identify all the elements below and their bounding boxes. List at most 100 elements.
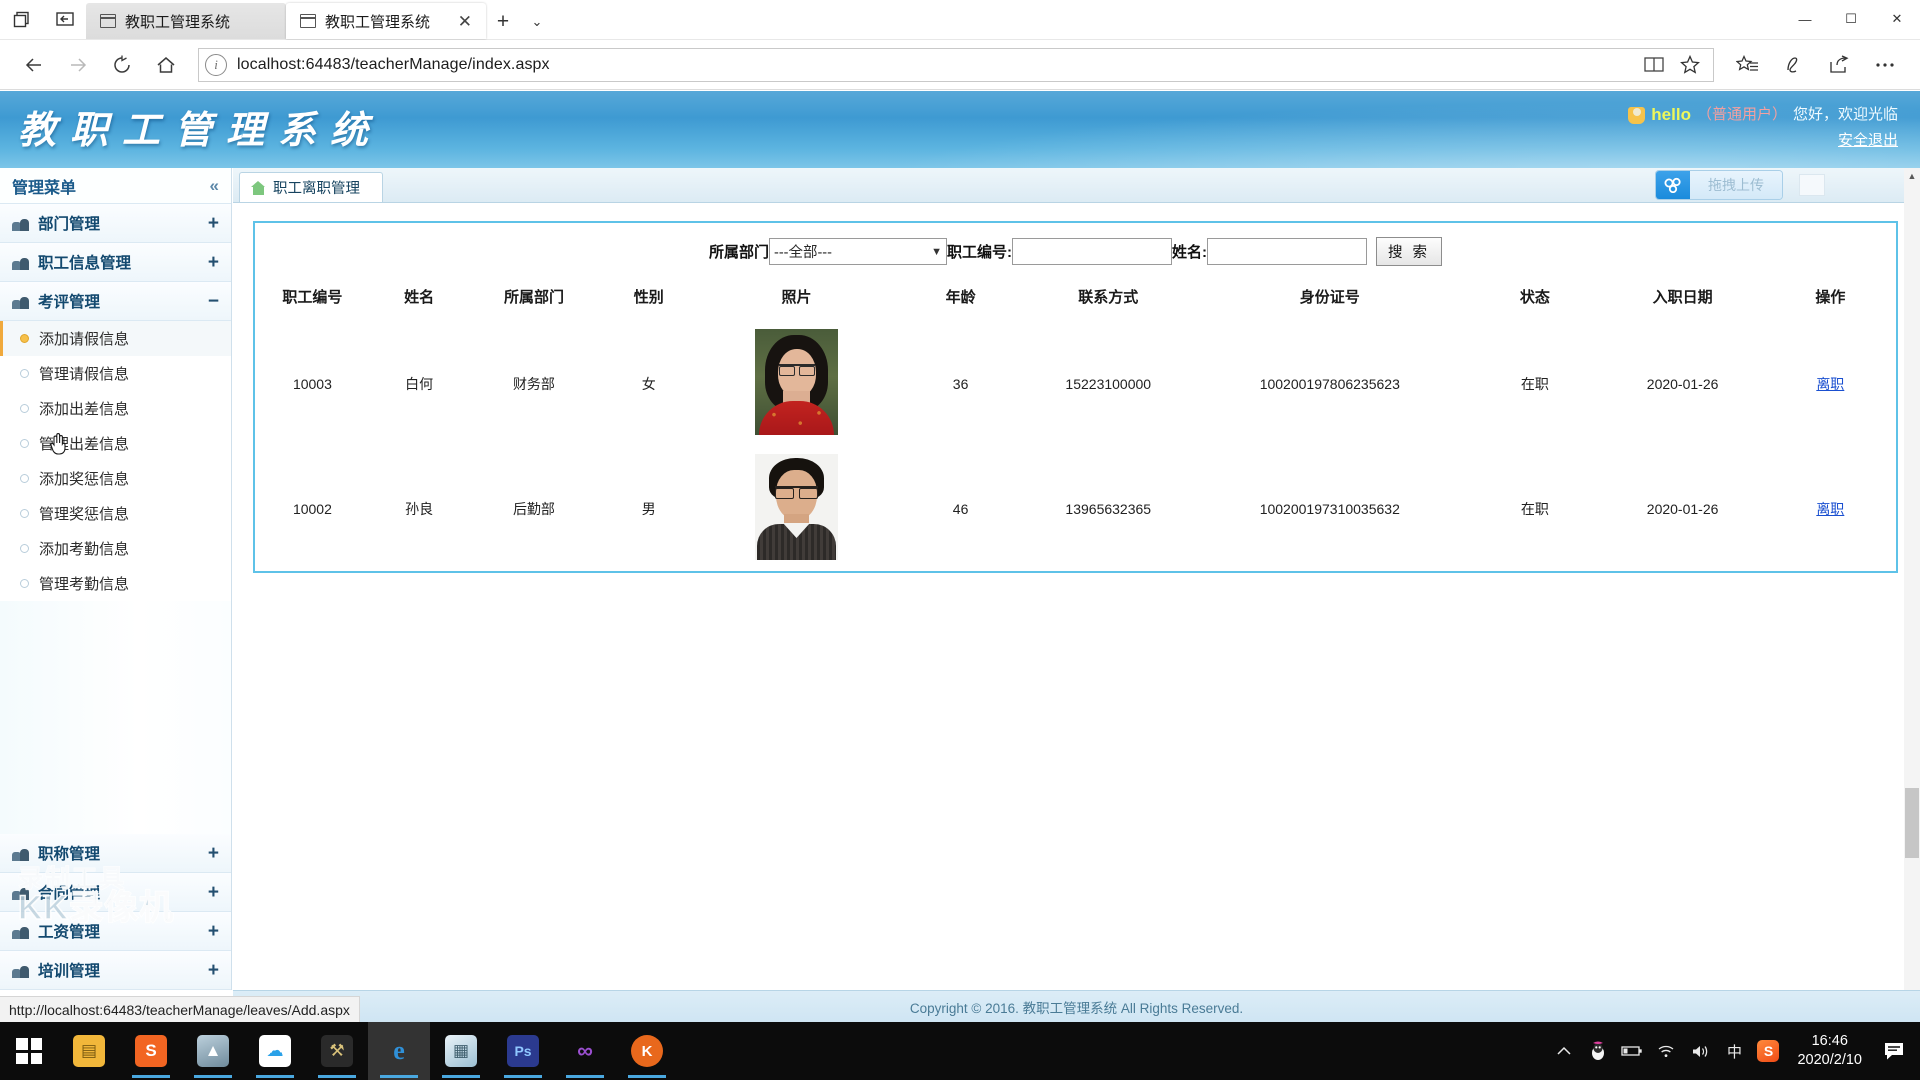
users-icon xyxy=(12,963,29,978)
restore-down-icon[interactable] xyxy=(6,4,36,34)
scroll-up-icon[interactable]: ▲ xyxy=(1904,168,1920,184)
sidebar-item-add-attendance[interactable]: 添加考勤信息 xyxy=(0,531,231,566)
taskbar-item-sogou-browser[interactable]: S xyxy=(120,1022,182,1080)
sidebar-item-manage-attendance[interactable]: 管理考勤信息 xyxy=(0,566,231,601)
more-icon[interactable] xyxy=(1864,45,1906,85)
minimize-button[interactable]: — xyxy=(1782,0,1828,39)
action-center-icon[interactable] xyxy=(1874,1022,1914,1080)
cell-emp-no: 10002 xyxy=(292,500,332,517)
search-bar: 所属部门 ---全部--- ▼ 职工编号: 姓名: 搜 索 xyxy=(255,223,1896,274)
search-button[interactable]: 搜 索 xyxy=(1375,237,1443,266)
browser-tabs: 教职工管理系统 教职工管理系统 ✕ + ⌄ xyxy=(86,0,1782,39)
taskbar-item-photoshop[interactable]: Ps xyxy=(492,1022,554,1080)
drag-upload-button[interactable]: 拖拽上传 xyxy=(1656,171,1782,199)
chevron-down-icon[interactable]: ⌄ xyxy=(520,5,554,39)
site-info-icon[interactable]: i xyxy=(205,53,227,76)
taskbar-item-notepad[interactable]: ▦ xyxy=(430,1022,492,1080)
upload-drop-zone[interactable] xyxy=(1799,174,1825,196)
logout-link[interactable]: 安全退出 xyxy=(1628,129,1898,153)
photoshop-icon: Ps xyxy=(507,1035,539,1067)
taskbar-item-visual-studio[interactable]: ∞ xyxy=(554,1022,616,1080)
sidebar-group-evaluation[interactable]: 考评管理 − xyxy=(0,282,231,321)
address-bar[interactable]: i localhost:64483/teacherManage/index.as… xyxy=(198,47,1714,82)
sidebar-item-label: 管理考勤信息 xyxy=(39,576,130,593)
volume-icon[interactable] xyxy=(1683,1022,1717,1080)
clock-date: 2020/2/10 xyxy=(1797,1052,1862,1068)
sidebar-item-manage-reward[interactable]: 管理奖惩信息 xyxy=(0,496,231,531)
sidebar-item-manage-leave[interactable]: 管理请假信息 xyxy=(0,356,231,391)
sogou-input-icon[interactable]: S xyxy=(1751,1022,1785,1080)
show-hidden-icons[interactable] xyxy=(1547,1022,1581,1080)
ime-chinese-icon[interactable]: 中 xyxy=(1717,1022,1751,1080)
page-icon xyxy=(100,14,116,28)
cell-hire-date: 2020-01-26 xyxy=(1646,375,1719,392)
wifi-icon[interactable] xyxy=(1649,1022,1683,1080)
resign-link[interactable]: 离职 xyxy=(1816,501,1844,517)
cell-gender: 女 xyxy=(641,375,656,392)
sidebar-item-add-reward[interactable]: 添加奖惩信息 xyxy=(0,461,231,496)
dept-select[interactable]: ---全部--- ▼ xyxy=(768,238,947,265)
browser-tab-2[interactable]: 教职工管理系统 ✕ xyxy=(286,3,486,39)
qq-penguin-icon[interactable] xyxy=(1581,1022,1615,1080)
back-icon[interactable] xyxy=(14,45,54,85)
sidebar-item-label: 管理请假信息 xyxy=(39,366,130,383)
name-input[interactable] xyxy=(1206,238,1367,265)
reading-view-icon[interactable] xyxy=(1637,49,1671,81)
web-note-icon[interactable] xyxy=(1772,45,1814,85)
taskbar-item-baidu-netdisk[interactable]: ☁ xyxy=(244,1022,306,1080)
sidebar-group-employee-info[interactable]: 职工信息管理 + xyxy=(0,243,231,282)
collapse-tabs-icon[interactable] xyxy=(50,4,80,34)
system-tray: 中 S 16:46 2020/2/10 xyxy=(1547,1022,1920,1080)
start-button[interactable] xyxy=(0,1022,58,1080)
site-logo: 教职工管理系统 xyxy=(18,110,383,152)
sidebar-group-title[interactable]: 职称管理 + xyxy=(0,834,231,873)
window-left-icons xyxy=(0,0,86,39)
sidebar-group-salary[interactable]: 工资管理 + xyxy=(0,912,231,951)
tab-resignation-management[interactable]: 职工离职管理 xyxy=(239,172,383,202)
browser-tab-1[interactable]: 教职工管理系统 xyxy=(86,3,286,39)
taskbar-item-kk-recorder[interactable]: K xyxy=(616,1022,678,1080)
table-header: 职工编号 姓名 所属部门 性别 照片 年龄 联系方式 身份证号 状态 入职日期 … xyxy=(255,274,1896,321)
content-tab-label: 职工离职管理 xyxy=(273,181,360,197)
collapse-sidebar-icon[interactable]: « xyxy=(210,176,219,196)
sidebar-group-training[interactable]: 培训管理 + xyxy=(0,951,231,990)
user-greeting: 您好，欢迎光临 xyxy=(1792,106,1898,123)
sidebar-group-contract[interactable]: 合同管理 + xyxy=(0,873,231,912)
taskbar-item-dev-tools[interactable]: ⚒ xyxy=(306,1022,368,1080)
forward-icon[interactable] xyxy=(58,45,98,85)
status-bar-url: http://localhost:64483/teacherManage/lea… xyxy=(0,996,360,1022)
expand-icon: + xyxy=(207,212,219,234)
bullet-icon xyxy=(20,439,29,448)
page-scrollbar[interactable]: ▲ ▼ xyxy=(1904,168,1920,1022)
emp-no-input[interactable] xyxy=(1011,238,1172,265)
favorites-hub-icon[interactable] xyxy=(1726,45,1768,85)
home-icon[interactable] xyxy=(146,45,186,85)
refresh-icon[interactable] xyxy=(102,45,142,85)
taskbar-clock[interactable]: 16:46 2020/2/10 xyxy=(1785,1032,1874,1070)
sidebar-item-label: 添加考勤信息 xyxy=(39,541,130,558)
close-icon[interactable]: ✕ xyxy=(448,13,472,30)
taskbar-item-microsoft-edge[interactable]: e xyxy=(368,1022,430,1080)
sidebar-group-departments[interactable]: 部门管理 + xyxy=(0,204,231,243)
taskbar-item-file-explorer[interactable]: ▤ xyxy=(58,1022,120,1080)
taskbar-item-photo-viewer[interactable]: ▲ xyxy=(182,1022,244,1080)
sidebar-item-add-travel[interactable]: 添加出差信息 xyxy=(0,391,231,426)
th-hire-date: 入职日期 xyxy=(1652,289,1713,306)
user-greeting-line: hello （普通用户） 您好，欢迎光临 xyxy=(1628,103,1898,127)
upload-label: 拖拽上传 xyxy=(1708,177,1764,193)
user-avatar-icon xyxy=(1628,106,1646,124)
favorite-star-icon[interactable] xyxy=(1673,49,1707,81)
resign-link[interactable]: 离职 xyxy=(1816,376,1844,392)
battery-icon[interactable] xyxy=(1615,1022,1649,1080)
share-icon[interactable] xyxy=(1818,45,1860,85)
maximize-button[interactable]: ☐ xyxy=(1828,0,1874,39)
bullet-icon xyxy=(20,334,29,343)
sidebar-group-label: 职称管理 xyxy=(38,846,101,863)
scrollbar-thumb[interactable] xyxy=(1905,788,1919,858)
close-window-button[interactable]: ✕ xyxy=(1874,0,1920,39)
sidebar-item-add-leave[interactable]: 添加请假信息 xyxy=(0,321,231,356)
new-tab-button[interactable]: + xyxy=(486,5,520,39)
expand-icon: + xyxy=(207,920,219,942)
tab-title: 教职工管理系统 xyxy=(125,13,231,31)
sidebar-item-manage-travel[interactable]: 管理出差信息 xyxy=(0,426,231,461)
